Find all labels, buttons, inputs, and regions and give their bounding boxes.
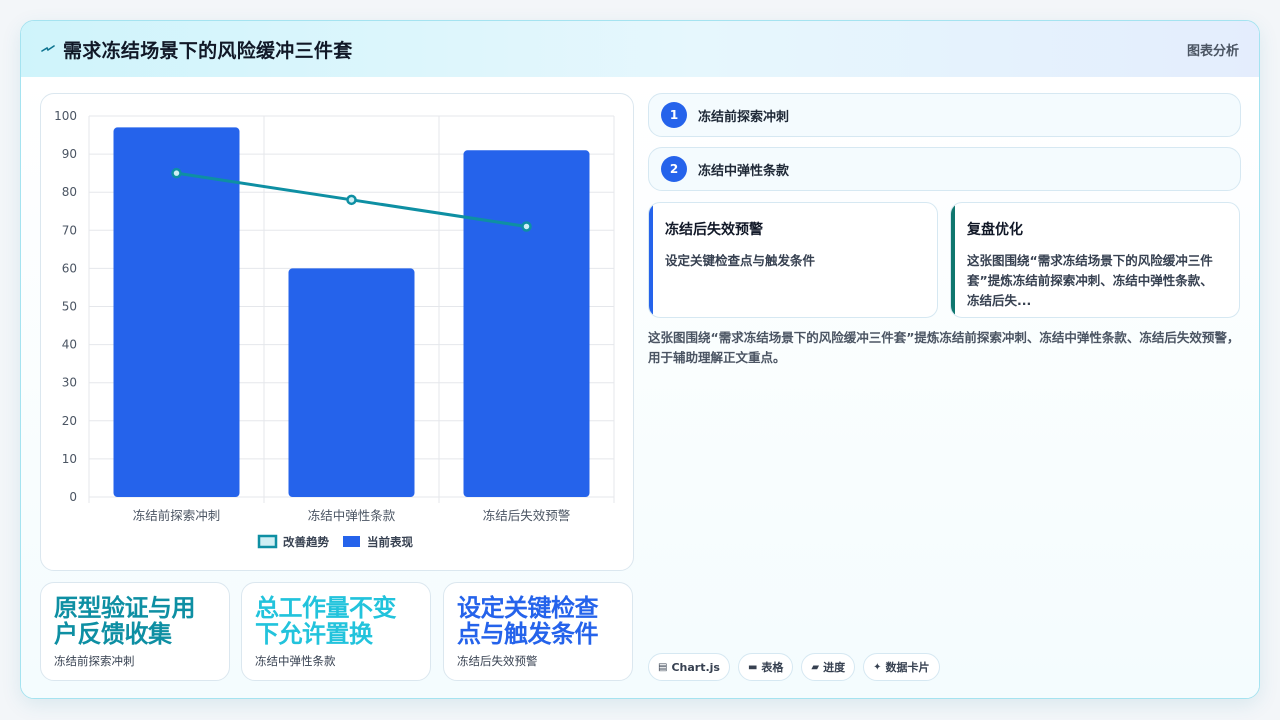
chart-analysis-label[interactable]: 图表分析 [1187,40,1239,59]
stat-label-1: 冻结前探索冲刺 [54,654,135,668]
y-tick-label: 100 [54,109,77,123]
step-number-badge: 2 [661,156,687,182]
y-tick-label: 80 [62,185,77,199]
bar-line-chart: 0 10 20 30 40 50 60 70 80 90 100 冻结前探索冲刺 冻结中弹性条款 冻结后失… [54,109,615,549]
card-accent-bar [649,203,653,317]
trend-point-3 [521,221,532,232]
stat-value-3: 设定关键检查点与触发条件 [457,594,599,648]
tag-label: 表格 [761,661,784,674]
y-tick-label: 90 [62,147,77,161]
page-title: 需求冻结场景下的风险缓冲三件套 [63,39,353,62]
chart-card: 0 10 20 30 40 50 60 70 80 90 100 冻结前探索冲刺 冻结中弹性条款 冻结后失… [40,93,634,571]
y-tick-label: 10 [62,452,77,466]
progress-icon: ▰ [811,661,820,673]
info-card-body: 设定关键检查点与触发条件 [665,253,816,268]
info-card-review: 复盘优化 这张图围绕“需求冻结场景下的风险缓冲三件套”提炼冻结前探索冲刺、冻结中… [950,202,1240,318]
trend-point-2 [346,194,357,206]
legend-label-bar: 当前表现 [367,535,413,549]
info-card-title: 冻结后失效预警 [665,222,763,238]
y-tick-label: 0 [69,490,77,504]
y-tick-label: 20 [62,414,77,428]
card-accent-bar [951,203,955,317]
bar-2 [288,268,415,497]
stat-value-2: 总工作量不变下允许置换 [255,594,397,648]
bolt-icon [41,42,55,56]
tag-label: 数据卡片 [885,661,930,674]
info-card-title: 复盘优化 [967,222,1023,238]
summary-text: 这张图围绕“需求冻结场景下的风险缓冲三件套”提炼冻结前探索冲刺、冻结中弹性条款、… [648,330,1240,365]
info-card-warning: 冻结后失效预警 设定关键检查点与触发条件 [648,202,938,318]
stat-card-1: 原型验证与用户反馈收集 冻结前探索冲刺 [40,582,230,681]
tag-list: ▤ Chart.js ▬ 表格 ▰ 进度 ✦ 数据卡片 [648,653,940,681]
tag-table[interactable]: ▬ 表格 [737,653,794,681]
tag-data-card[interactable]: ✦ 数据卡片 [863,653,940,681]
header-bar: 需求冻结场景下的风险缓冲三件套 图表分析 [21,21,1259,77]
stat-label-3: 冻结后失效预警 [457,654,538,668]
step-label: 冻结中弹性条款 [698,163,790,179]
tag-label: Chart.js [671,660,720,674]
y-tick-label: 50 [62,300,77,314]
x-tick-label: 冻结后失效预警 [483,508,571,523]
step-label: 冻结前探索冲刺 [698,109,790,125]
tag-progress[interactable]: ▰ 进度 [801,653,856,681]
step-number-badge: 1 [661,102,687,128]
sparkle-icon: ✦ [873,661,882,673]
y-tick-label: 70 [62,223,77,237]
y-tick-label: 40 [62,338,77,352]
x-tick-label: 冻结中弹性条款 [308,508,396,523]
dashboard-frame: 需求冻结场景下的风险缓冲三件套 图表分析 0 10 20 30 40 50 60 70 80 90… [20,20,1260,699]
chart-icon: ▤ [658,661,668,673]
info-card-body: 这张图围绕“需求冻结场景下的风险缓冲三件套”提炼冻结前探索冲刺、冻结中弹性条款、… [967,253,1213,308]
legend-swatch-line [257,534,278,549]
tag-label: 进度 [823,661,846,674]
step-item-2[interactable]: 2 冻结中弹性条款 [648,147,1241,191]
y-tick-label: 30 [62,376,77,390]
step-item-1[interactable]: 1 冻结前探索冲刺 [648,93,1241,137]
legend-swatch-bar [343,536,360,547]
stat-label-2: 冻结中弹性条款 [255,654,336,668]
bar-1 [113,127,240,498]
bar-3 [463,150,590,497]
legend-label-line: 改善趋势 [283,535,329,549]
tag-chartjs[interactable]: ▤ Chart.js [648,653,730,681]
y-tick-label: 60 [62,261,77,275]
x-tick-label: 冻结前探索冲刺 [133,508,221,523]
trend-point-1 [171,167,182,179]
table-icon: ▬ [747,661,758,673]
stat-value-1: 原型验证与用户反馈收集 [54,594,196,648]
stat-card-2: 总工作量不变下允许置换 冻结中弹性条款 [241,582,431,681]
stat-card-3: 设定关键检查点与触发条件 冻结后失效预警 [443,582,633,681]
header-left: 需求冻结场景下的风险缓冲三件套 [41,36,353,63]
